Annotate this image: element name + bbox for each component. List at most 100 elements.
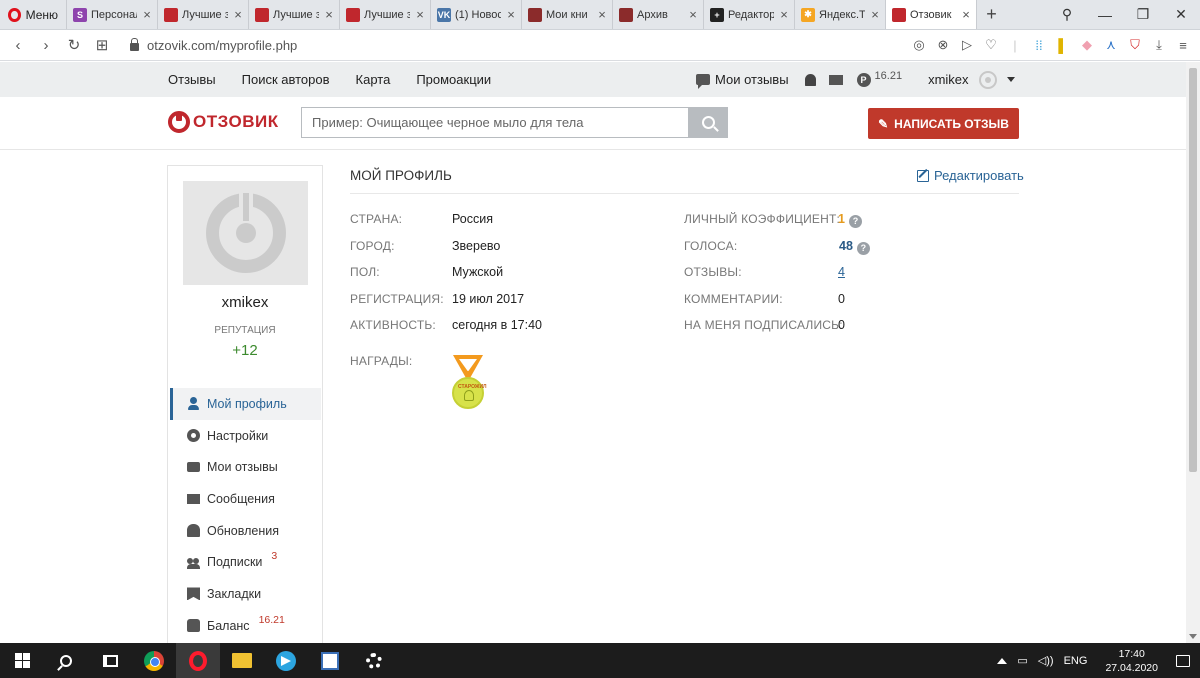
site-top-nav: Отзывы Поиск авторов Карта Промоакции Мои о… [0,62,1186,97]
extension-flag-icon[interactable]: ▌ [1052,38,1074,53]
reload-icon[interactable]: ↻ [60,36,88,54]
close-window-button[interactable]: ✕ [1162,6,1200,23]
edit-icon [917,169,929,182]
search-tabs-icon[interactable]: ⚲ [1048,6,1086,23]
paint-taskbar-button[interactable] [308,643,352,678]
info-value: сегодня в 17:40 [452,318,542,332]
adblock-icon[interactable]: ⊗ [932,37,954,53]
start-button[interactable] [0,643,44,678]
close-tab-icon[interactable]: × [505,7,517,22]
browser-menu-button[interactable]: Меню [0,0,66,29]
sidebar-item[interactable]: Мои отзывы [170,451,321,483]
browser-tab[interactable]: Архив × [612,0,703,29]
browser-tab[interactable]: VK (1) Новос × [430,0,521,29]
help-icon[interactable]: ? [848,215,862,228]
page-scrollbar[interactable] [1186,62,1200,643]
explorer-taskbar-button[interactable] [220,643,264,678]
extension-shield-icon[interactable]: ⛉ [1124,37,1146,53]
network-icon[interactable]: ▭ [1017,654,1027,667]
notifications-icon[interactable] [1176,654,1190,667]
username-link[interactable]: xmikex [928,72,968,87]
site-nav-links: Отзывы Поиск авторов Карта Промоакции [168,62,491,97]
extension-shark-icon[interactable]: ⋏ [1100,37,1122,53]
sidebar-item[interactable]: Мой профиль [170,388,321,420]
write-review-button[interactable]: ✎ НАПИСАТЬ ОТЗЫВ [868,108,1019,139]
browser-tab[interactable]: + Редактор × [703,0,794,29]
telegram-taskbar-button[interactable] [264,643,308,678]
search-icon [60,654,72,667]
task-view-button[interactable] [88,643,132,678]
opera-taskbar-button[interactable] [176,643,220,678]
chrome-taskbar-button[interactable] [132,643,176,678]
close-tab-icon[interactable]: × [778,7,790,22]
browser-tab[interactable]: ✱ Яндекс.Т × [794,0,885,29]
volume-icon[interactable]: ◁)) [1038,654,1054,667]
send-icon[interactable]: ▷ [956,37,978,53]
sidebar-item[interactable]: Обновления [170,515,321,547]
extension-cube-icon[interactable]: ◆ [1076,37,1098,53]
sidebar-item[interactable]: Настройки [170,420,321,452]
browser-menu-label: Меню [25,7,58,22]
oldtimer-award-icon[interactable]: СТАРОЖИЛ [451,355,487,411]
site-nav-link[interactable]: Поиск авторов [242,72,330,87]
search-input[interactable] [302,108,688,137]
mail-icon[interactable] [828,74,843,85]
browser-tab[interactable]: Лучшие з × [157,0,248,29]
close-tab-icon[interactable]: × [960,7,972,22]
search-button[interactable] [688,107,728,138]
chevron-down-icon[interactable] [1006,77,1015,82]
sidebar-item[interactable]: Сообщения [170,483,321,515]
scrollbar-thumb[interactable] [1189,68,1197,472]
browser-tab[interactable]: S Персонал × [66,0,157,29]
close-tab-icon[interactable]: × [687,7,699,22]
count-badge: 16.21 [258,613,285,626]
tab-label: Редактор [728,8,774,21]
awards-label: НАГРАДЫ: [350,354,413,368]
new-tab-button[interactable]: + [976,0,1006,29]
my-reviews-link[interactable]: Мои отзывы [715,72,789,87]
url-field[interactable]: otzovik.com/myprofile.php [130,37,297,53]
browser-tab[interactable]: Лучшие з × [339,0,430,29]
stat-label: ГОЛОСА: [684,239,738,253]
balance-value[interactable]: 16.21 [875,70,903,82]
user-avatar-small[interactable] [978,70,997,89]
site-nav-link[interactable]: Карта [356,72,391,87]
browser-tab[interactable]: Мои кни × [521,0,612,29]
browser-tab[interactable]: Лучшие з × [248,0,339,29]
sidebar-item[interactable]: Подписки 3 [170,546,321,578]
close-tab-icon[interactable]: × [232,7,244,22]
close-tab-icon[interactable]: × [141,7,153,22]
minimize-button[interactable]: — [1086,7,1124,23]
settings-taskbar-button[interactable] [352,643,396,678]
close-tab-icon[interactable]: × [869,7,881,22]
clock[interactable]: 17:40 27.04.2020 [1105,647,1158,675]
forward-icon[interactable]: › [32,37,60,54]
camera-icon[interactable]: ◎ [908,37,930,53]
close-tab-icon[interactable]: × [414,7,426,22]
site-nav-link[interactable]: Промоакции [416,72,491,87]
download-icon[interactable]: ⤓ [1148,37,1170,53]
tab-favicon-icon [346,7,360,22]
speed-dial-icon[interactable]: ⊞ [88,36,116,54]
site-logo[interactable]: ОТЗОВИК [168,111,279,133]
edit-profile-link[interactable]: Редактировать [917,168,1024,183]
language-indicator[interactable]: ENG [1064,655,1088,667]
sidebar-item[interactable]: Баланс 16.21 [170,610,321,642]
help-icon[interactable]: ? [856,242,870,255]
bell-icon[interactable] [804,73,816,86]
close-tab-icon[interactable]: × [323,7,335,22]
heart-icon[interactable]: ♡ [980,37,1002,53]
scroll-down-icon[interactable] [1189,634,1197,639]
site-nav-link[interactable]: Отзывы [168,72,216,87]
close-tab-icon[interactable]: × [596,7,608,22]
stat-value[interactable]: 4 [838,265,845,279]
sidebar-item[interactable]: Закладки [170,578,321,610]
extension-grid-icon[interactable]: ⁞⁞ [1028,38,1050,53]
avatar[interactable] [183,181,308,285]
browser-menu-icon[interactable]: ≡ [1172,38,1194,53]
tray-expand-icon[interactable] [997,657,1008,664]
taskbar-search-button[interactable] [44,643,88,678]
browser-tab[interactable]: Отзовик × [885,0,976,29]
back-icon[interactable]: ‹ [4,37,32,54]
restore-button[interactable]: ❐ [1124,6,1162,23]
